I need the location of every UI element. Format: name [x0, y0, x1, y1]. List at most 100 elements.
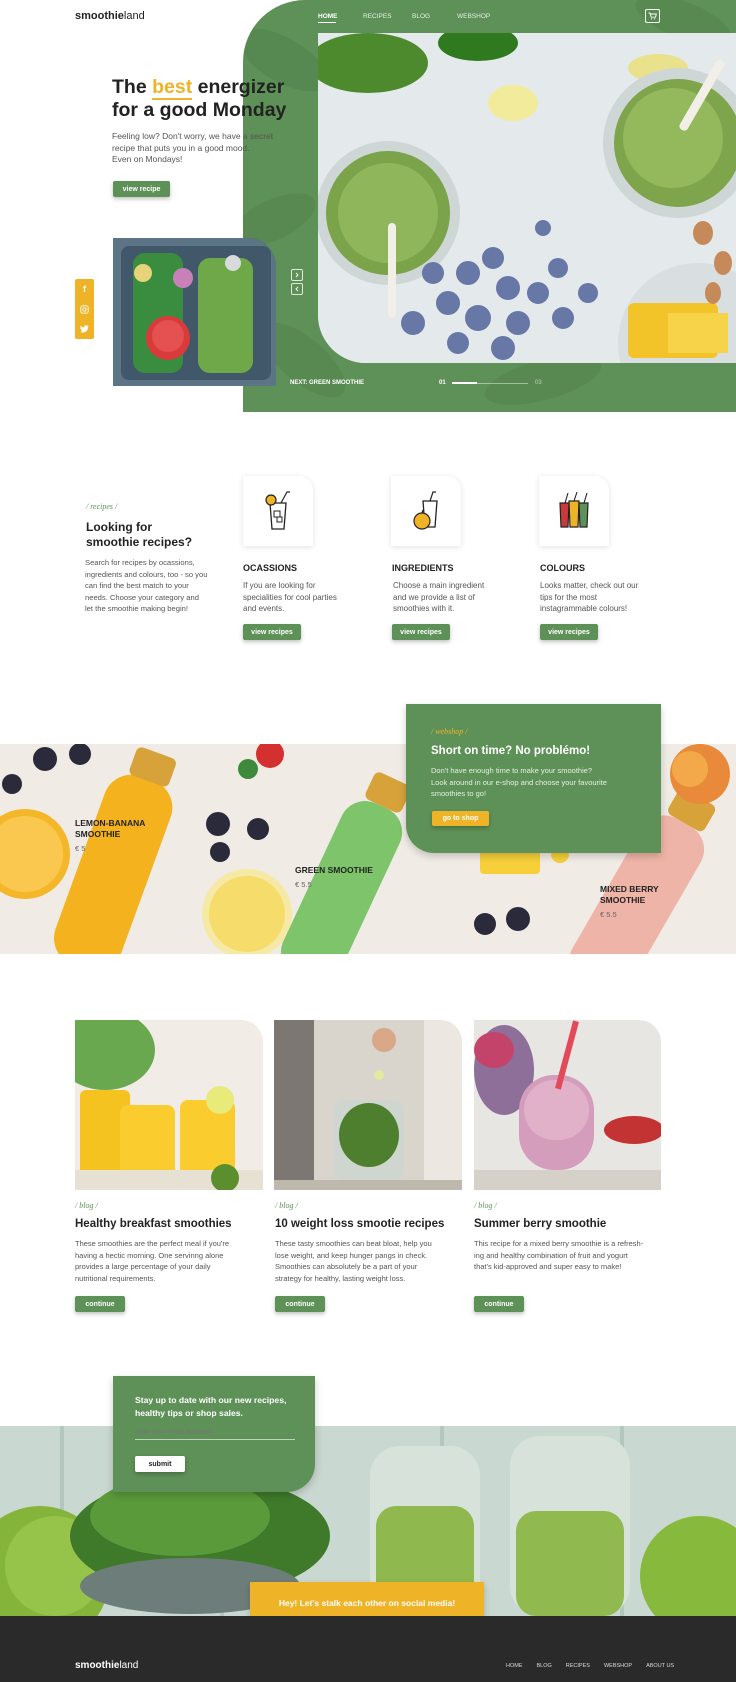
blog-image-breakfast[interactable]: [75, 1020, 263, 1190]
category-text-line: tips for the most: [540, 592, 597, 602]
view-recipe-button[interactable]: view recipe: [113, 181, 170, 197]
sidebar-twitter[interactable]: [75, 319, 94, 339]
drink-glass-icon: [265, 491, 290, 530]
blog-title[interactable]: Healthy breakfast smoothies: [75, 1218, 232, 1230]
blog-title[interactable]: 10 weight loss smootie recipes: [275, 1218, 444, 1230]
blog-text-line: lose weight, and keep hunger pangs in ch…: [275, 1250, 428, 1260]
logo-bold: smoothie: [75, 10, 124, 22]
cart-button[interactable]: [645, 9, 660, 23]
category-icon-box: [391, 476, 461, 546]
category-title: INGREDIENTS: [392, 563, 454, 573]
recipes-text-line: needs. Choose your category and: [85, 592, 199, 602]
category-text-line: instagrammable colours!: [540, 604, 628, 613]
blog-text: These tasty smoothies can beat bloat, he…: [275, 1238, 432, 1284]
footer-nav-about[interactable]: ABOUT US: [646, 1663, 674, 1669]
footer-logo-bold: smoothie: [75, 1660, 120, 1671]
webshop-card: / webshop / Short on time? No problémo! …: [406, 704, 661, 853]
category-text-line: If you are looking for: [243, 581, 316, 590]
continue-button[interactable]: continue: [474, 1296, 524, 1312]
chevron-right-icon: [295, 272, 299, 278]
hero-title-post: energizer: [192, 76, 285, 98]
webshop-tag: / webshop /: [431, 727, 468, 736]
category-icon-box: [539, 476, 609, 546]
product-name: GREEN SMOOTHIE: [295, 865, 373, 875]
product-name: LEMON-BANANA: [75, 818, 146, 828]
blog-text-line: nutritional requirements.: [75, 1273, 156, 1283]
blog-text-line: This recipe for a mixed berry smoothie i…: [474, 1239, 644, 1248]
view-recipes-button[interactable]: view recipes: [540, 624, 598, 640]
category-text-line: and we provide a list of: [393, 592, 475, 602]
footer-nav-home[interactable]: HOME: [506, 1663, 523, 1669]
footer-nav-webshop[interactable]: WEBSHOP: [604, 1663, 632, 1669]
webshop-title: Short on time? No problémo!: [431, 745, 591, 757]
product-name: MIXED BERRY: [600, 884, 659, 894]
hero-title-line2: for a good Monday: [112, 99, 287, 121]
view-recipes-button[interactable]: view recipes: [392, 624, 450, 640]
submit-button[interactable]: submit: [135, 1456, 185, 1472]
hero-title-highlight: best: [152, 76, 193, 100]
newsletter-title-line: healthy tips or shop sales.: [135, 1408, 243, 1418]
category-text-line: Looks matter, check out our: [540, 581, 639, 590]
webshop-text: Don't have enough time to make your smoo…: [431, 765, 607, 800]
recipes-text-line: ingredients and colours, too - so you: [85, 569, 208, 579]
webshop-text-line: smoothies to go!: [431, 789, 487, 798]
category-title: OCASSIONS: [243, 563, 298, 573]
go-to-shop-button[interactable]: go to shop: [432, 811, 489, 826]
hero-thumbnail[interactable]: [113, 238, 276, 386]
hero-text-line: recipe that puts you in a good mood.: [112, 142, 250, 153]
sidebar-instagram[interactable]: [75, 299, 94, 319]
newsletter-card: Stay up to date with our new recipes, he…: [113, 1376, 315, 1492]
logo-light: land: [123, 10, 145, 22]
recipes-text-line: can find the best match to your: [85, 581, 189, 591]
footer-logo[interactable]: smoothieland: [75, 1660, 138, 1671]
slide-progress-fill: [452, 382, 478, 384]
colorful-drinks-icon: [559, 491, 589, 528]
footer-logo-light: land: [119, 1660, 139, 1671]
product-lemon-banana[interactable]: LEMON-BANANA SMOOTHIE € 5: [75, 818, 145, 854]
product-green[interactable]: GREEN SMOOTHIE € 5.5: [295, 865, 373, 890]
slide-prev-button[interactable]: [291, 283, 303, 295]
hero-text-line: Even on Mondays!: [112, 154, 183, 164]
footer-nav-blog[interactable]: BLOG: [537, 1663, 552, 1669]
instagram-icon: [80, 304, 89, 314]
hero-text-line: Feeling low? Don't worry, we have a secr…: [112, 131, 274, 141]
main-nav: HOME RECIPES BLOG WEBSHOP: [318, 13, 490, 20]
slide-next-button[interactable]: [291, 269, 303, 281]
nav-webshop[interactable]: WEBSHOP: [457, 13, 490, 20]
product-name: SMOOTHIE: [75, 829, 121, 839]
slide-total: 03: [535, 380, 542, 386]
continue-button[interactable]: continue: [275, 1296, 325, 1312]
logo[interactable]: smoothieland: [75, 10, 145, 22]
nav-active-underline: [318, 22, 336, 23]
blog-text: These smoothies are the perfect meal if …: [75, 1238, 229, 1284]
recipes-tag: / recipes /: [86, 502, 118, 511]
blog-image-weight-loss[interactable]: [274, 1020, 462, 1190]
nav-recipes[interactable]: RECIPES: [363, 13, 412, 20]
category-text-line: and events.: [243, 604, 285, 613]
category-text-line: specialities for cool parties: [243, 592, 337, 602]
blog-title[interactable]: Summer berry smoothie: [474, 1218, 606, 1230]
nav-home[interactable]: HOME: [318, 13, 363, 20]
blog-text-line: Smoothies can absolutely be a part of yo…: [275, 1262, 418, 1271]
next-slide-label[interactable]: NEXT: GREEN SMOOTHIE: [290, 380, 364, 386]
blog-image-berry[interactable]: [474, 1020, 661, 1190]
blog-text-line: having a hectic morning. One servinng al…: [75, 1250, 224, 1260]
recipes-title: Looking for smoothie recipes?: [86, 520, 192, 550]
sidebar-facebook[interactable]: f: [75, 279, 94, 299]
email-input[interactable]: [135, 1426, 295, 1440]
social-sidebar: f: [75, 279, 94, 339]
footer-nav-recipes[interactable]: RECIPES: [566, 1663, 590, 1669]
newsletter-title: Stay up to date with our new recipes, he…: [135, 1394, 286, 1420]
blog-text-line: provides a large percentage of your dail…: [75, 1262, 211, 1271]
blog-tag: / blog /: [75, 1201, 98, 1210]
category-title: COLOURS: [540, 563, 585, 573]
social-title: Hey! Let's stalk each other on social me…: [278, 1598, 456, 1608]
view-recipes-button[interactable]: view recipes: [243, 624, 301, 640]
orange-juice-icon: [413, 491, 438, 530]
category-text-line: Choose a main ingredient: [393, 581, 485, 590]
webshop-text-line: Don't have enough time to make your smoo…: [431, 766, 593, 775]
blog-text-line: These smoothies are the perfect meal if …: [75, 1239, 230, 1248]
product-mixed-berry[interactable]: MIXED BERRY SMOOTHIE € 5.5: [600, 884, 659, 920]
nav-blog[interactable]: BLOG: [412, 13, 457, 20]
continue-button[interactable]: continue: [75, 1296, 125, 1312]
